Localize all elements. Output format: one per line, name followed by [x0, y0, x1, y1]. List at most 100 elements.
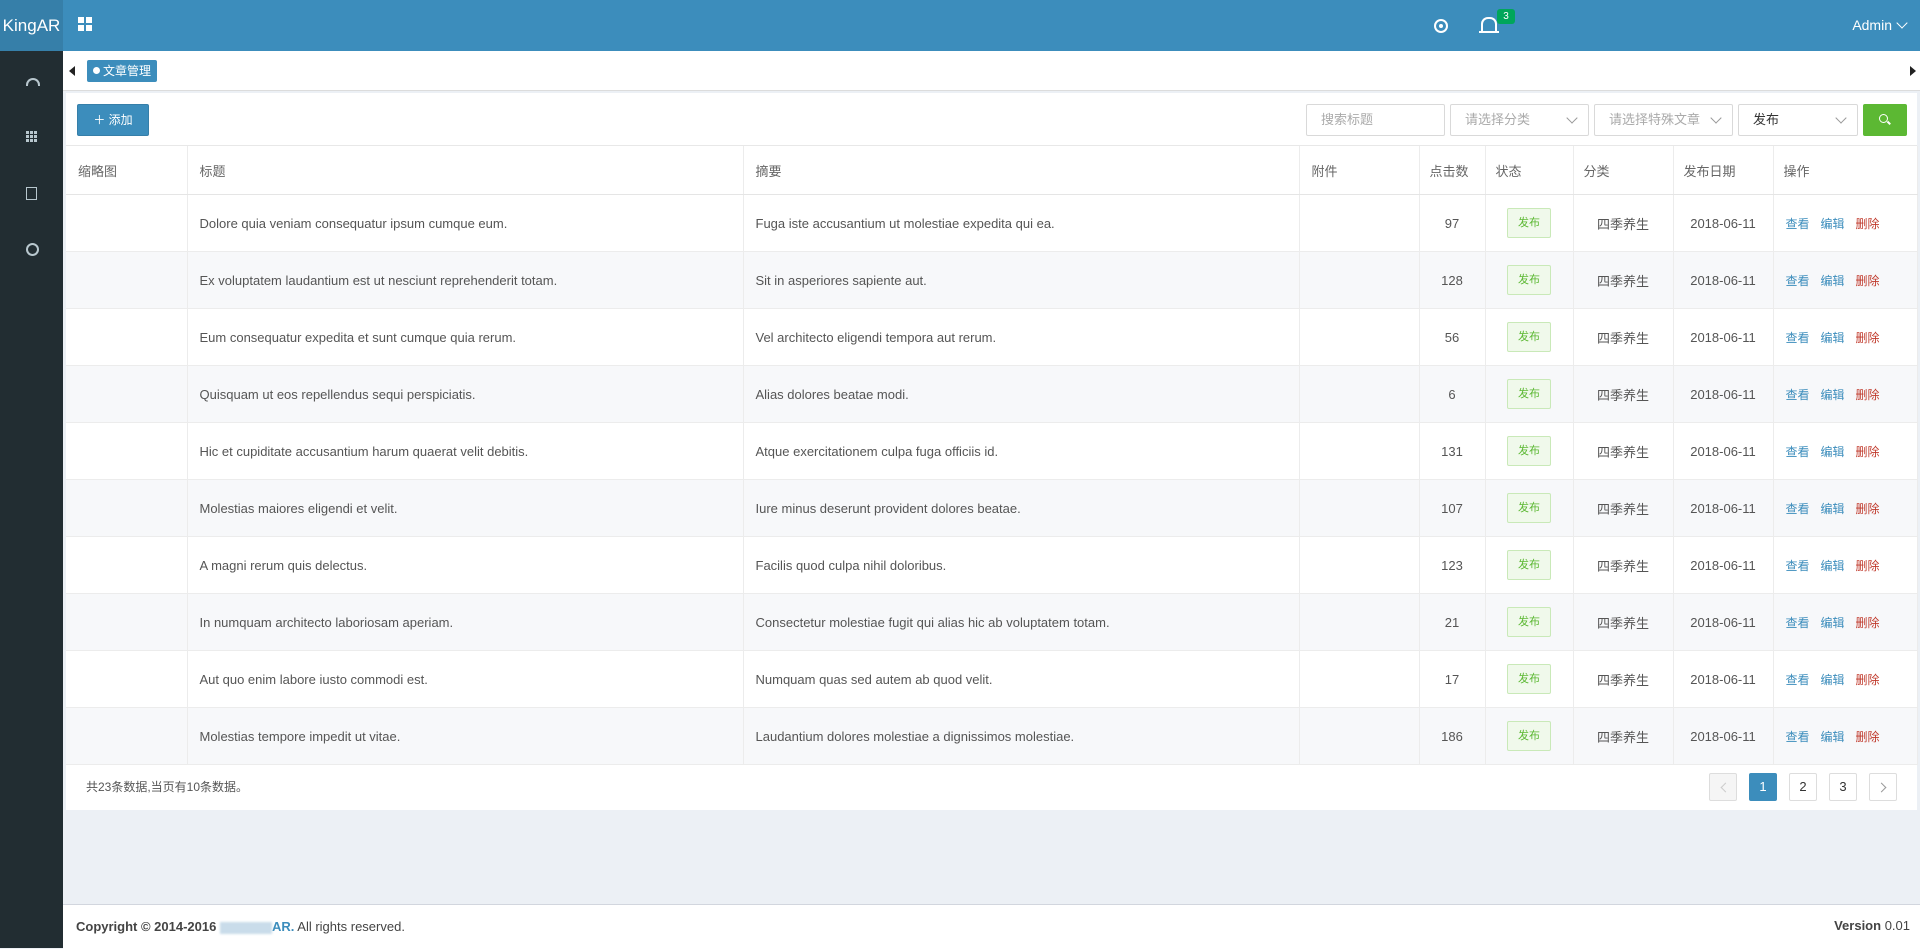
- edit-link[interactable]: 编辑: [1821, 673, 1845, 687]
- delete-link[interactable]: 删除: [1856, 331, 1880, 345]
- delete-link[interactable]: 删除: [1856, 673, 1880, 687]
- clicks-cell: 97: [1419, 194, 1486, 252]
- tab-scroll-right-icon[interactable]: [1910, 66, 1916, 76]
- edit-link[interactable]: 编辑: [1821, 730, 1845, 744]
- status-cell: 发布: [1485, 365, 1574, 423]
- search-button[interactable]: [1863, 104, 1907, 136]
- table-row: Aut quo enim labore iusto commodi est. Nu…: [66, 650, 1918, 708]
- table-row: Ex voluptatem laudantium est ut nesciunt…: [66, 251, 1918, 309]
- summary-cell: Fuga iste accusantium ut molestiae exped…: [743, 194, 1300, 252]
- status-badge: 发布: [1507, 265, 1551, 295]
- actions-cell: 查看 编辑 删除: [1773, 251, 1918, 309]
- sidebar-item-apps[interactable]: [0, 117, 63, 157]
- attachment-cell: [1299, 422, 1420, 480]
- view-link[interactable]: 查看: [1786, 445, 1810, 459]
- actions-cell: 查看 编辑 删除: [1773, 707, 1918, 765]
- date-cell: 2018-06-11: [1673, 707, 1774, 765]
- toolbar: ＋ 添加 搜索标题 请选择分类 请选择特殊文章 发布: [66, 93, 1917, 146]
- special-article-select[interactable]: 请选择特殊文章: [1594, 104, 1733, 136]
- table-header-row: 缩略图 标题 摘要 附件 点击数 状态 分类 发布日期 操作: [66, 146, 1918, 195]
- view-link[interactable]: 查看: [1786, 388, 1810, 402]
- thumbnail-cell: [66, 251, 188, 309]
- status-select[interactable]: 发布: [1738, 104, 1858, 136]
- settings-icon[interactable]: [1434, 19, 1448, 33]
- edit-link[interactable]: 编辑: [1821, 502, 1845, 516]
- version-info: Version 0.01: [1834, 918, 1910, 933]
- table-row: Eum consequatur expedita et sunt cumque …: [66, 308, 1918, 366]
- sidebar-item-dashboard[interactable]: [0, 61, 63, 101]
- table-row: Quisquam ut eos repellendus sequi perspi…: [66, 365, 1918, 423]
- document-icon: [26, 187, 37, 200]
- category-cell: 四季养生: [1573, 365, 1674, 423]
- edit-link[interactable]: 编辑: [1821, 559, 1845, 573]
- delete-link[interactable]: 删除: [1856, 274, 1880, 288]
- clicks-cell: 107: [1419, 479, 1486, 537]
- edit-link[interactable]: 编辑: [1821, 616, 1845, 630]
- date-cell: 2018-06-11: [1673, 365, 1774, 423]
- edit-link[interactable]: 编辑: [1821, 217, 1845, 231]
- delete-link[interactable]: 删除: [1856, 502, 1880, 516]
- view-link[interactable]: 查看: [1786, 502, 1810, 516]
- edit-link[interactable]: 编辑: [1821, 388, 1845, 402]
- user-menu[interactable]: Admin: [1852, 0, 1908, 51]
- date-cell: 2018-06-11: [1673, 536, 1774, 594]
- delete-link[interactable]: 删除: [1856, 388, 1880, 402]
- view-link[interactable]: 查看: [1786, 673, 1810, 687]
- col-actions: 操作: [1773, 146, 1918, 195]
- tab-article-management[interactable]: 文章管理: [87, 60, 158, 82]
- actions-cell: 查看 编辑 删除: [1773, 479, 1918, 537]
- chevron-down-icon: [1566, 112, 1578, 124]
- delete-link[interactable]: 删除: [1856, 730, 1880, 744]
- view-link[interactable]: 查看: [1786, 730, 1810, 744]
- delete-link[interactable]: 删除: [1856, 616, 1880, 630]
- category-select-label: 请选择分类: [1465, 112, 1531, 127]
- delete-link[interactable]: 删除: [1856, 217, 1880, 231]
- brand-logo[interactable]: KingAR: [0, 0, 63, 51]
- clicks-cell: 186: [1419, 707, 1486, 765]
- view-link[interactable]: 查看: [1786, 274, 1810, 288]
- date-cell: 2018-06-11: [1673, 308, 1774, 366]
- sidebar-item-users[interactable]: [0, 229, 63, 269]
- brand-link[interactable]: AR.: [272, 919, 294, 934]
- category-cell: 四季养生: [1573, 479, 1674, 537]
- attachment-cell: [1299, 650, 1420, 708]
- page-next-button[interactable]: [1869, 773, 1897, 801]
- view-link[interactable]: 查看: [1786, 217, 1810, 231]
- date-cell: 2018-06-11: [1673, 593, 1774, 651]
- view-link[interactable]: 查看: [1786, 331, 1810, 345]
- attachment-cell: [1299, 479, 1420, 537]
- view-link[interactable]: 查看: [1786, 559, 1810, 573]
- page-prev-button[interactable]: [1709, 773, 1737, 801]
- actions-cell: 查看 编辑 删除: [1773, 536, 1918, 594]
- edit-link[interactable]: 编辑: [1821, 445, 1845, 459]
- status-cell: 发布: [1485, 422, 1574, 480]
- view-link[interactable]: 查看: [1786, 616, 1810, 630]
- delete-link[interactable]: 删除: [1856, 445, 1880, 459]
- status-badge: 发布: [1507, 493, 1551, 523]
- search-input[interactable]: 搜索标题: [1306, 104, 1445, 136]
- thumbnail-cell: [66, 194, 188, 252]
- page-button-3[interactable]: 3: [1829, 773, 1857, 801]
- sidebar-item-documents[interactable]: [0, 173, 63, 213]
- actions-cell: 查看 编辑 删除: [1773, 593, 1918, 651]
- copyright: Copyright © 2014-2016 AR. All rights res…: [76, 919, 405, 934]
- page-button-1[interactable]: 1: [1749, 773, 1777, 801]
- col-summary: 摘要: [743, 146, 1300, 195]
- user-circle-icon: [26, 243, 39, 256]
- bell-icon[interactable]: [1479, 17, 1499, 33]
- attachment-cell: [1299, 194, 1420, 252]
- add-button[interactable]: ＋ 添加: [77, 104, 149, 136]
- edit-link[interactable]: 编辑: [1821, 331, 1845, 345]
- chevron-down-icon: [1835, 112, 1847, 124]
- apps-grid-icon[interactable]: [78, 17, 92, 31]
- tab-scroll-left-icon[interactable]: [69, 66, 75, 76]
- summary-cell: Sit in asperiores sapiente aut.: [743, 251, 1300, 309]
- user-name: Admin: [1852, 17, 1892, 33]
- delete-link[interactable]: 删除: [1856, 559, 1880, 573]
- category-select[interactable]: 请选择分类: [1450, 104, 1589, 136]
- col-thumbnail: 缩略图: [66, 146, 188, 195]
- article-panel: ＋ 添加 搜索标题 请选择分类 请选择特殊文章 发布 缩略图 标题 摘要 附件 …: [66, 93, 1918, 810]
- page-button-2[interactable]: 2: [1789, 773, 1817, 801]
- edit-link[interactable]: 编辑: [1821, 274, 1845, 288]
- summary-cell: Vel architecto eligendi tempora aut reru…: [743, 308, 1300, 366]
